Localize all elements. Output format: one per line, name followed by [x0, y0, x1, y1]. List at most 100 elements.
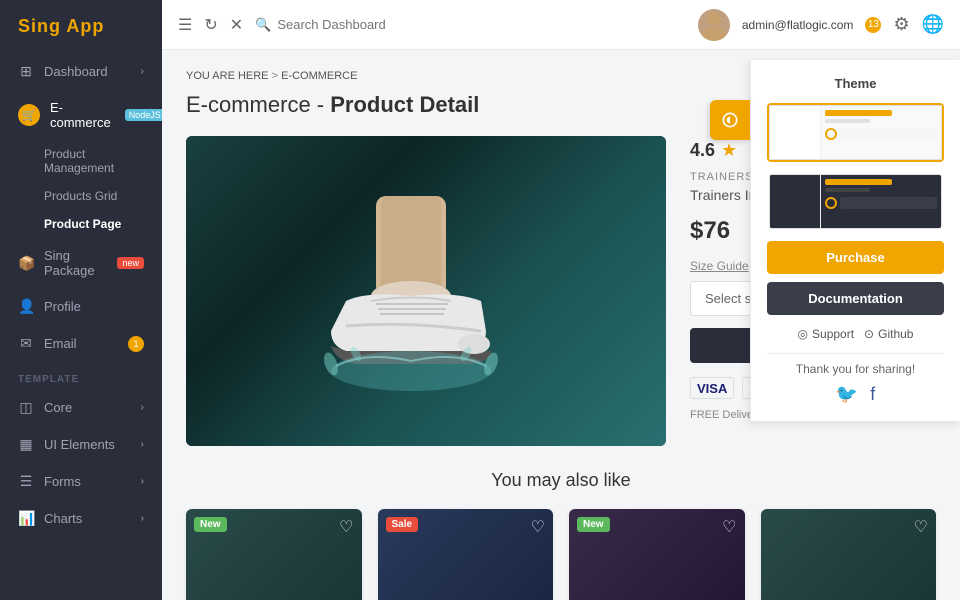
chevron-right-icon: › — [141, 402, 144, 413]
preview-circle — [825, 128, 837, 140]
email-count-badge: 1 — [128, 336, 144, 352]
sidebar-item-core[interactable]: ◫ Core › — [0, 389, 162, 426]
sidebar-item-forms[interactable]: ☰ Forms › — [0, 463, 162, 500]
chevron-right-icon: › — [141, 513, 144, 524]
sidebar-item-label: Email — [44, 336, 77, 351]
logo-text: Sing — [18, 16, 66, 36]
main-area: ☰ ↻ ✕ 🔍 admin@flatlogic.com 13 ⚙ 🌐 YOU A… — [162, 0, 960, 600]
sidebar-sub-label: Product Page — [44, 217, 121, 231]
user-icon: 👤 — [18, 298, 34, 315]
theme-toggle-button[interactable] — [710, 100, 750, 140]
template-section-label: TEMPLATE — [0, 362, 162, 389]
card-heart-icon[interactable]: ♡ — [531, 517, 545, 537]
sidebar-item-label: Core — [44, 400, 72, 415]
card-heart-icon[interactable]: ♡ — [722, 517, 736, 537]
sidebar-sub-product-page[interactable]: Product Page — [0, 210, 162, 238]
preview-bar — [825, 110, 892, 116]
product-card-2[interactable]: Sale ♡ — [378, 509, 554, 600]
sidebar-sub-label: Product Management — [44, 147, 114, 175]
search-icon: 🔍 — [255, 17, 271, 33]
sidebar-item-ecommerce[interactable]: 🛒 E-commerce NodeJS ⌄ — [0, 90, 162, 140]
support-icon: ◎ — [798, 327, 808, 341]
product-card-image-4: ♡ — [761, 509, 937, 600]
sidebar-item-profile[interactable]: 👤 Profile — [0, 288, 162, 325]
topbar: ☰ ↻ ✕ 🔍 admin@flatlogic.com 13 ⚙ 🌐 — [162, 0, 960, 50]
sidebar-sub-products-grid[interactable]: Products Grid — [0, 182, 162, 210]
settings-icon[interactable]: ⚙ — [893, 14, 909, 35]
logo-accent: App — [66, 16, 104, 36]
chevron-right-icon: › — [141, 476, 144, 487]
sidebar-item-ui-elements[interactable]: ▦ UI Elements › — [0, 426, 162, 463]
charts-icon: 📊 — [18, 510, 34, 527]
sidebar-sub-label: Products Grid — [44, 189, 117, 203]
sidebar-item-label: Dashboard — [44, 64, 108, 79]
preview-mini-charts-dark — [825, 197, 937, 209]
preview-bar-2 — [825, 119, 870, 123]
preview-sidebar-dark — [770, 175, 821, 228]
product-card-image-3: New ♡ — [569, 509, 745, 600]
preview-sidebar-light — [770, 106, 821, 159]
search-input[interactable] — [277, 17, 477, 32]
nodejs-badge: NodeJS — [125, 109, 162, 121]
visa-icon: VISA — [690, 377, 734, 399]
sidebar: Sing App ⊞ Dashboard › 🛒 E-commerce Node… — [0, 0, 162, 600]
card-badge-sale: Sale — [386, 517, 419, 532]
theme-panel-title: Theme — [767, 76, 944, 91]
product-card-3[interactable]: New ♡ — [569, 509, 745, 600]
chevron-right-icon: › — [141, 66, 144, 77]
also-like-title: You may also like — [186, 470, 936, 491]
user-email: admin@flatlogic.com — [742, 18, 854, 32]
sidebar-sub-product-management[interactable]: Product Management — [0, 140, 162, 182]
product-card-image-2: Sale ♡ — [378, 509, 554, 600]
documentation-button[interactable]: Documentation — [767, 282, 944, 315]
notification-badge: 13 — [865, 17, 881, 33]
new-badge: new — [117, 257, 144, 269]
preview-bar-dark-2 — [825, 188, 870, 192]
sidebar-item-charts[interactable]: 📊 Charts › — [0, 500, 162, 537]
product-image-container — [186, 136, 666, 446]
preview-rect-dark — [840, 197, 937, 209]
github-link[interactable]: ⊙ Github — [864, 327, 913, 341]
twitter-icon[interactable]: 🐦 — [836, 384, 858, 405]
purchase-button[interactable]: Purchase — [767, 241, 944, 274]
product-card-4[interactable]: ♡ — [761, 509, 937, 600]
theme-links: ◎ Support ⊙ Github — [767, 327, 944, 341]
sidebar-item-label: Charts — [44, 511, 82, 526]
theme-preview-light — [769, 105, 942, 160]
topbar-right: admin@flatlogic.com 13 ⚙ 🌐 — [698, 9, 944, 41]
package-icon: 📦 — [18, 255, 34, 272]
theme-option-dark[interactable] — [767, 172, 944, 231]
globe-icon[interactable]: 🌐 — [922, 14, 944, 35]
refresh-icon[interactable]: ↻ — [204, 15, 217, 35]
social-icons: 🐦 f — [767, 384, 944, 405]
preview-content-light — [821, 106, 941, 159]
search-container: 🔍 — [255, 17, 686, 33]
preview-mini-charts — [825, 128, 937, 140]
rating-value: 4.6 — [690, 140, 715, 161]
grid-icon: ⊞ — [18, 63, 34, 80]
card-badge-new: New — [194, 517, 227, 532]
theme-option-light[interactable] — [767, 103, 944, 162]
theme-preview-dark — [769, 174, 942, 229]
hamburger-icon[interactable]: ☰ — [178, 15, 192, 35]
github-icon: ⊙ — [864, 327, 874, 341]
close-icon[interactable]: ✕ — [230, 15, 243, 35]
app-logo: Sing App — [0, 0, 162, 53]
card-heart-icon[interactable]: ♡ — [914, 517, 928, 537]
sidebar-item-sing-package[interactable]: 📦 Sing Package new — [0, 238, 162, 288]
forms-icon: ☰ — [18, 473, 34, 490]
mail-icon: ✉ — [18, 335, 34, 352]
facebook-icon[interactable]: f — [870, 384, 875, 405]
support-link[interactable]: ◎ Support — [798, 327, 855, 341]
layers-icon: ◫ — [18, 399, 34, 416]
sidebar-item-dashboard[interactable]: ⊞ Dashboard › — [0, 53, 162, 90]
sidebar-item-label: Forms — [44, 474, 81, 489]
preview-content-dark — [821, 175, 941, 228]
thank-you-text: Thank you for sharing! — [767, 362, 944, 376]
avatar[interactable] — [698, 9, 730, 41]
card-heart-icon[interactable]: ♡ — [339, 517, 353, 537]
sidebar-item-email[interactable]: ✉ Email 1 — [0, 325, 162, 362]
product-card-1[interactable]: New ♡ — [186, 509, 362, 600]
theme-divider — [767, 353, 944, 354]
sidebar-item-label: E-commerce — [50, 100, 111, 130]
